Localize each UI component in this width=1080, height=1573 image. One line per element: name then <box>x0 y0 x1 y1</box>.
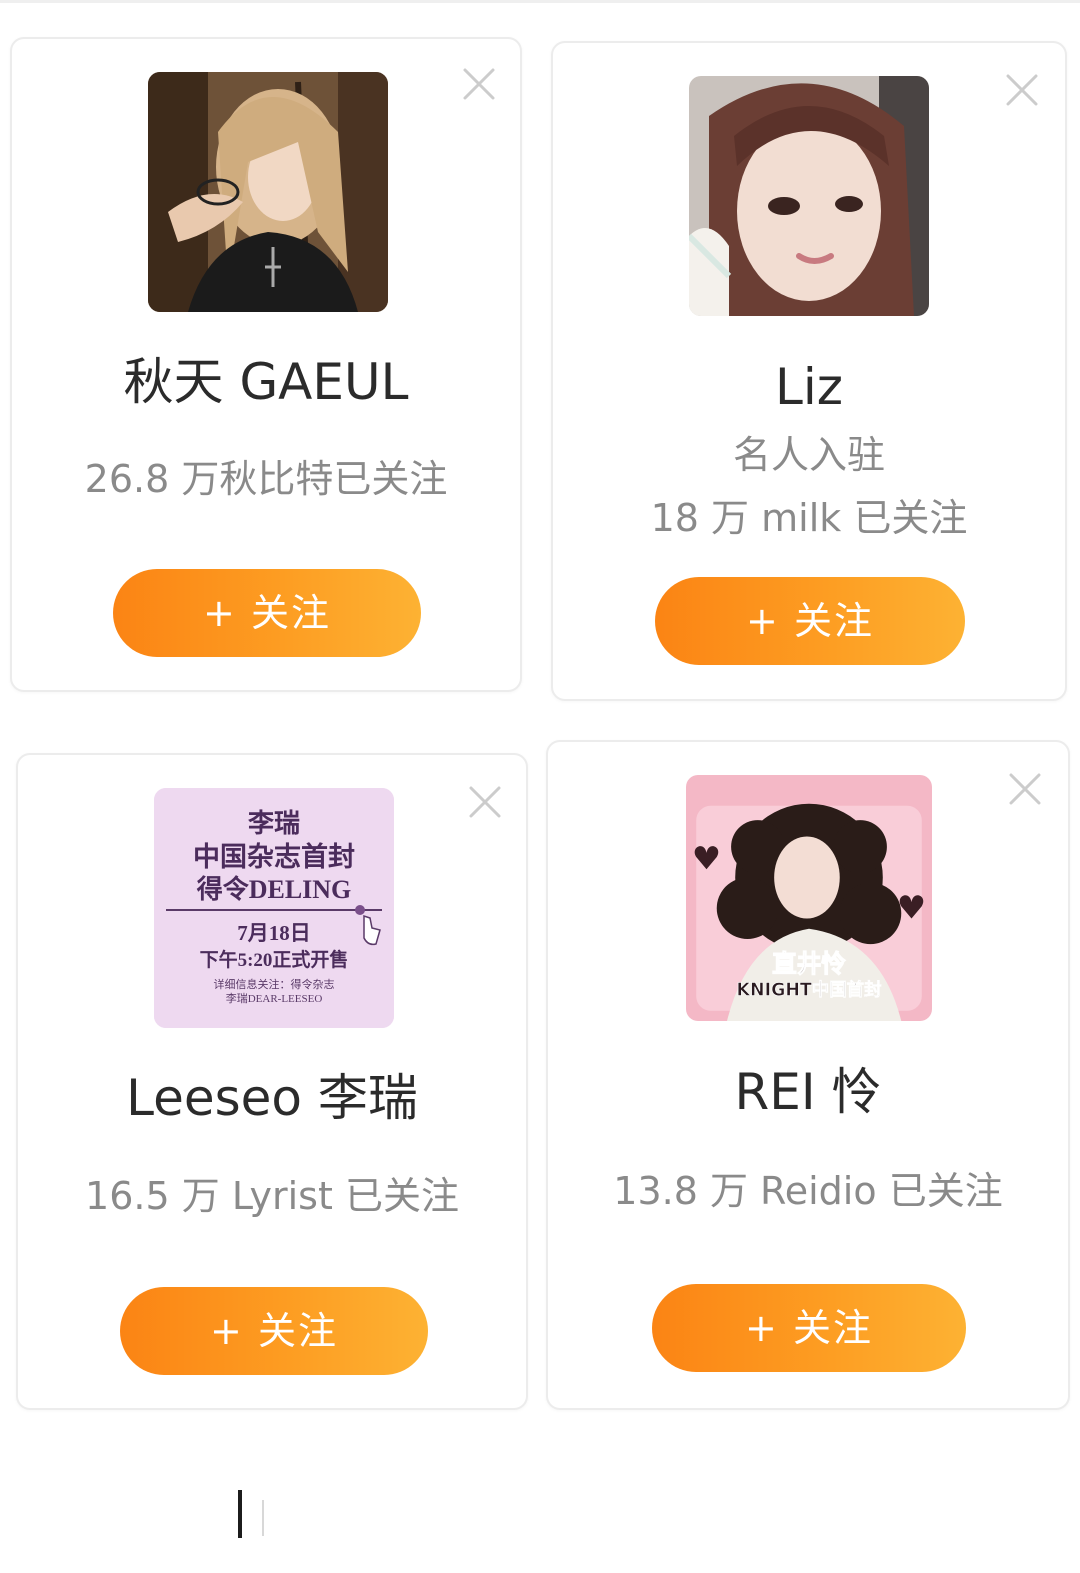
follow-button[interactable]: + 关注 <box>113 569 421 657</box>
follower-count: 13.8 万 Reidio 已关注 <box>613 1169 1003 1213</box>
photo-woman-bangs-icon <box>689 76 929 316</box>
close-icon[interactable] <box>1005 73 1039 107</box>
follower-count: 26.8 万秋比特已关注 <box>84 457 448 501</box>
account-name: REI 怜 <box>734 1063 882 1121</box>
svg-text:李瑞DEAR-LEESEO: 李瑞DEAR-LEESEO <box>226 991 323 1005</box>
svg-text:KNIGHT中国首封: KNIGHT中国首封 <box>737 979 882 1000</box>
close-icon[interactable] <box>468 785 502 819</box>
account-name: 秋天 GAEUL <box>123 353 409 411</box>
photo-blonde-woman-icon <box>148 72 388 312</box>
recommend-card-1[interactable]: 秋天 GAEUL 26.8 万秋比特已关注 + 关注 <box>10 37 522 692</box>
recommend-card-4[interactable]: 直井怜 KNIGHT中国首封 REI 怜 13.8 万 Reidio 已关注 +… <box>546 740 1070 1410</box>
svg-text:得令DELING: 得令DELING <box>196 874 352 904</box>
close-icon[interactable] <box>462 67 496 101</box>
svg-text:7月18日: 7月18日 <box>237 921 311 945</box>
scroll-indicator-secondary <box>262 1500 264 1536</box>
svg-text:下午5:20正式开售: 下午5:20正式开售 <box>200 948 349 971</box>
avatar[interactable]: 直井怜 KNIGHT中国首封 <box>686 775 932 1021</box>
account-name: Liz <box>775 358 843 416</box>
close-icon[interactable] <box>1008 772 1042 806</box>
poster-magazine-deling-icon: 李瑞 中国杂志首封 得令DELING 7月18日 下午5:20正式开售 详细信息… <box>154 788 394 1028</box>
follow-button[interactable]: + 关注 <box>652 1284 966 1372</box>
top-divider <box>0 0 1080 3</box>
scroll-indicator <box>238 1490 242 1538</box>
follower-count: 18 万 milk 已关注 <box>650 496 968 540</box>
svg-text:中国杂志首封: 中国杂志首封 <box>193 841 355 872</box>
poster-curly-hair-knight-icon: 直井怜 KNIGHT中国首封 <box>686 775 932 1021</box>
follower-count: 16.5 万 Lyrist 已关注 <box>85 1174 459 1218</box>
svg-text:李瑞: 李瑞 <box>247 809 300 838</box>
avatar[interactable] <box>148 72 388 312</box>
account-badge: 名人入驻 <box>732 433 885 477</box>
follow-button[interactable]: + 关注 <box>655 577 965 665</box>
svg-text:详细信息关注：得令杂志: 详细信息关注：得令杂志 <box>214 977 335 991</box>
recommend-card-3[interactable]: 李瑞 中国杂志首封 得令DELING 7月18日 下午5:20正式开售 详细信息… <box>16 753 528 1410</box>
avatar[interactable]: 李瑞 中国杂志首封 得令DELING 7月18日 下午5:20正式开售 详细信息… <box>154 788 394 1028</box>
account-name: Leeseo 李瑞 <box>126 1069 418 1127</box>
recommend-card-2[interactable]: Liz 名人入驻 18 万 milk 已关注 + 关注 <box>551 41 1067 701</box>
svg-text:直井怜: 直井怜 <box>772 949 846 978</box>
avatar[interactable] <box>689 76 929 316</box>
follow-button[interactable]: + 关注 <box>120 1287 428 1375</box>
